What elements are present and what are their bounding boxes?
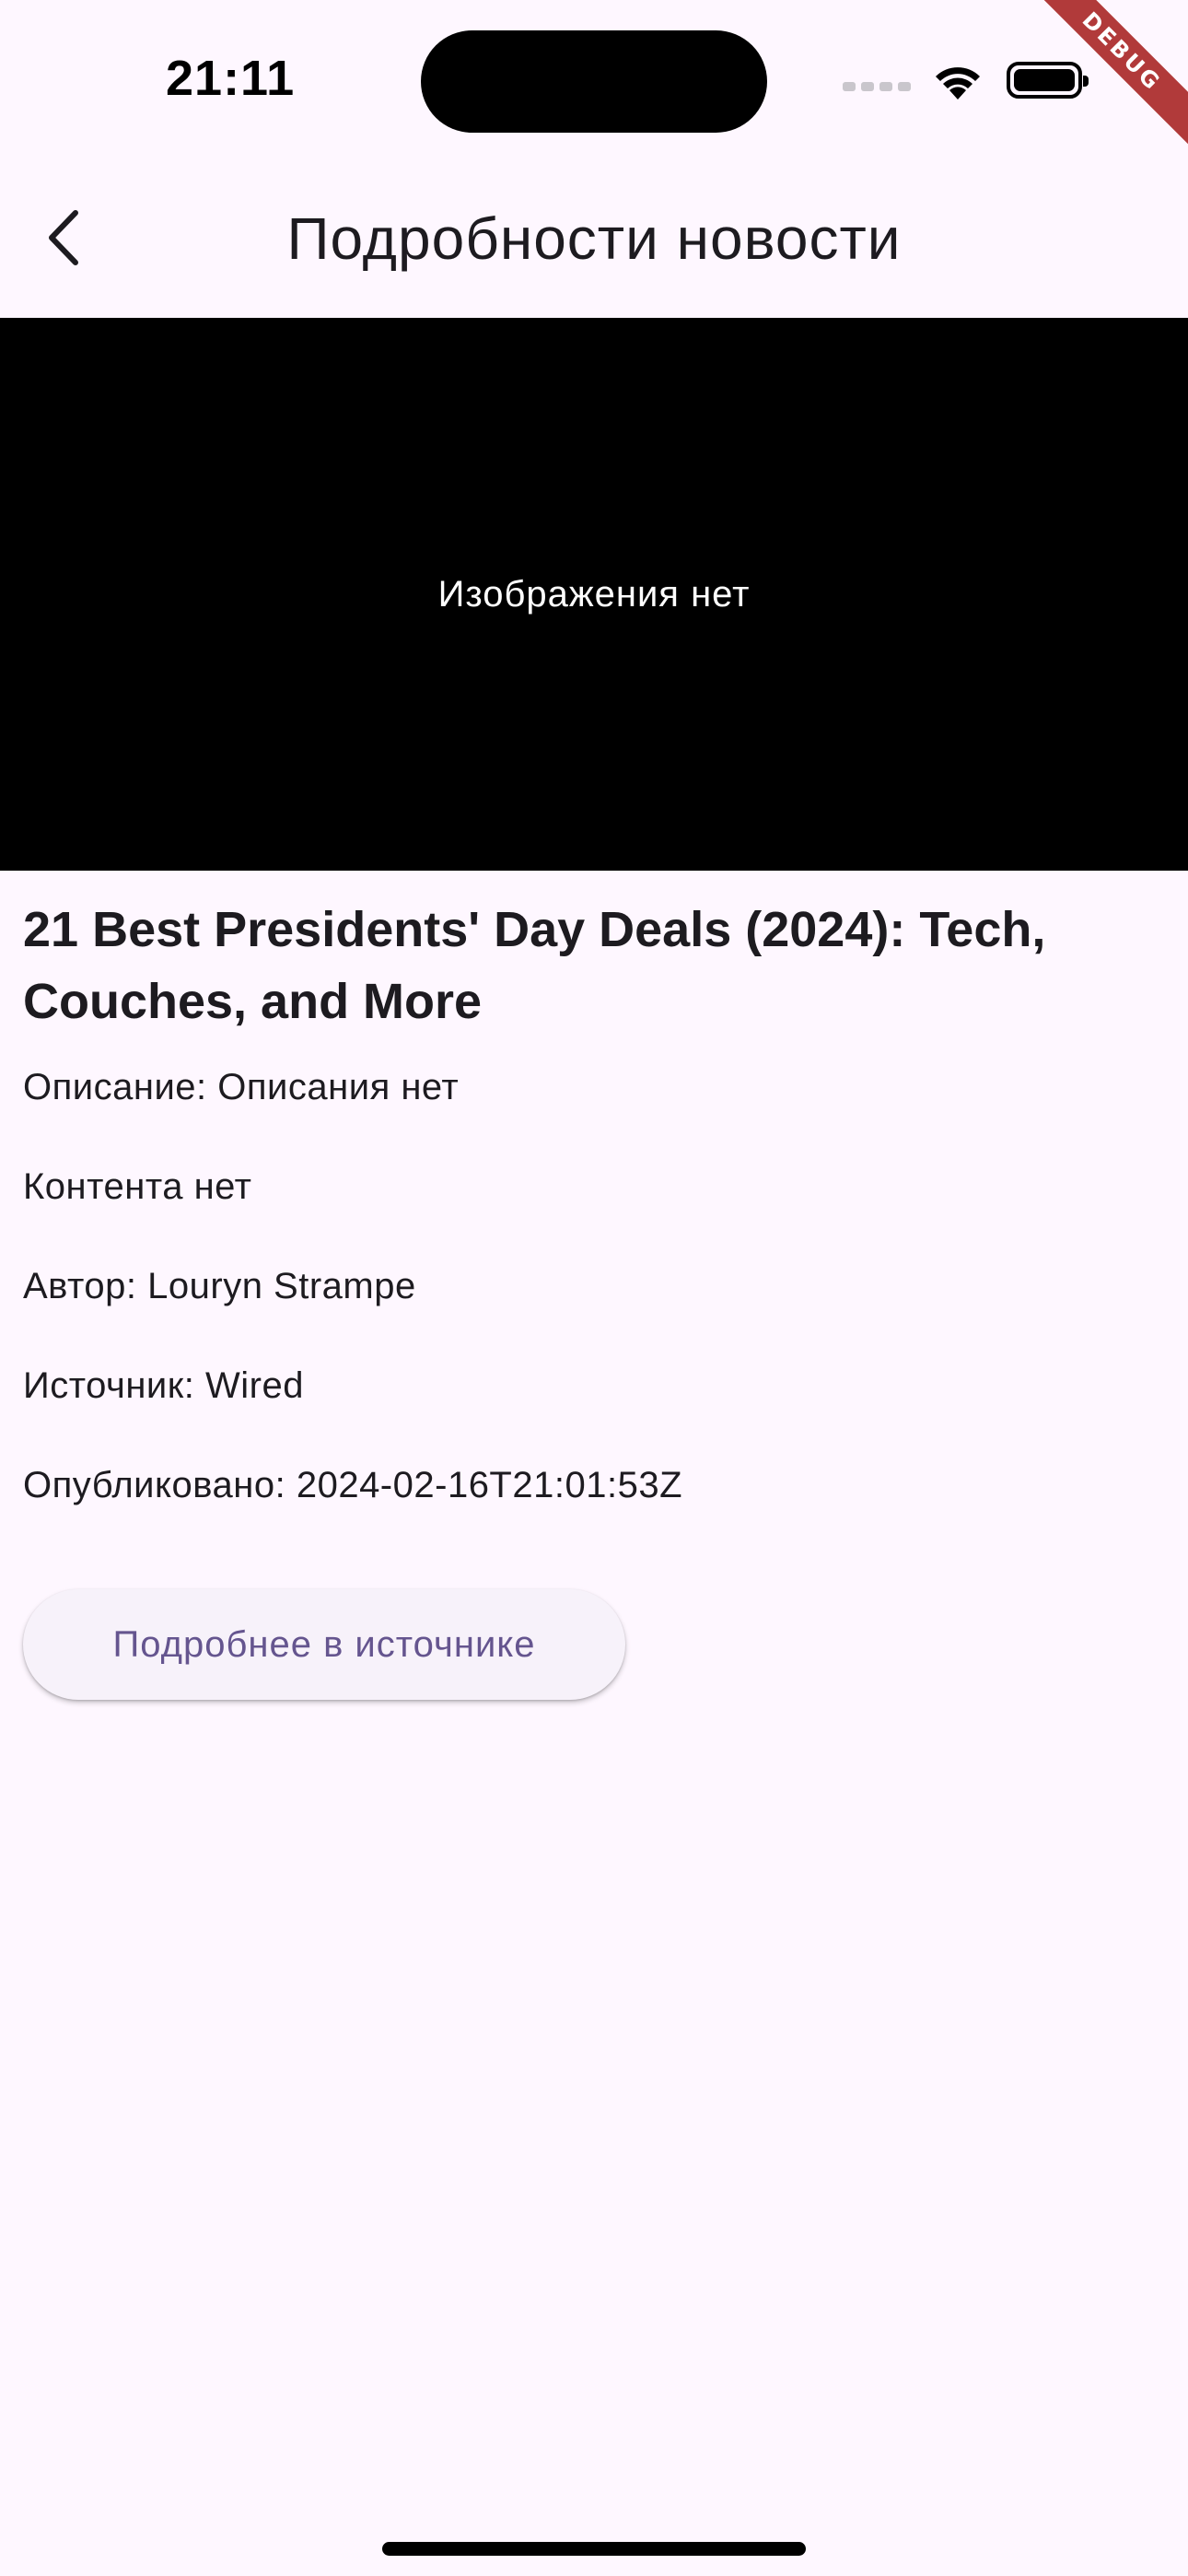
article-content-text: Контента нет bbox=[23, 1166, 252, 1207]
home-indicator[interactable] bbox=[382, 2542, 806, 2556]
page-title: Подробности новости bbox=[286, 205, 902, 272]
article-title: 21 Best Presidents' Day Deals (2024): Te… bbox=[23, 902, 1046, 1029]
cellular-signal-icon bbox=[843, 82, 911, 91]
article-content: 21 Best Presidents' Day Deals (2024): Te… bbox=[23, 894, 1174, 1509]
news-details-screen: 21:11 DEBUG Подробности новости Изображе… bbox=[0, 0, 1188, 2576]
status-bar: 21:11 bbox=[0, 0, 1188, 157]
article-author: Автор: Louryn Strampe bbox=[23, 1266, 416, 1306]
status-icons bbox=[843, 57, 1089, 103]
wifi-icon bbox=[936, 67, 980, 100]
app-bar: Подробности новости bbox=[0, 157, 1188, 318]
news-image-placeholder: Изображения нет bbox=[0, 318, 1188, 871]
status-time: 21:11 bbox=[166, 51, 296, 106]
image-placeholder-text: Изображения нет bbox=[437, 573, 751, 615]
article-published-date: Опубликовано: 2024-02-16T21:01:53Z bbox=[23, 1465, 683, 1505]
article-source: Источник: Wired bbox=[23, 1365, 304, 1406]
article-description: Описание: Описания нет bbox=[23, 1067, 460, 1107]
battery-icon bbox=[1007, 62, 1089, 99]
open-source-button[interactable]: Подробнее в источнике bbox=[23, 1589, 625, 1700]
dynamic-island bbox=[421, 30, 767, 133]
